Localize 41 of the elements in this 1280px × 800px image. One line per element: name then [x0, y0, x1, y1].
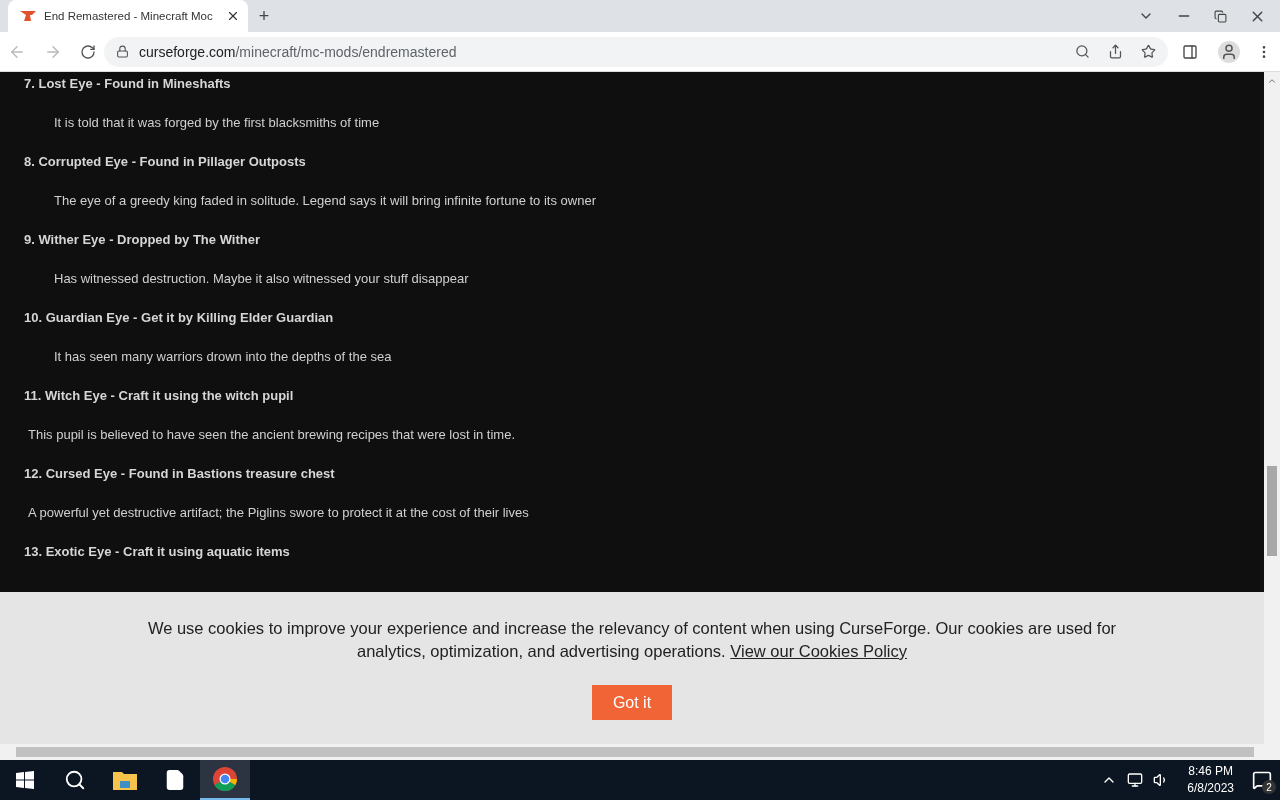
- document-icon[interactable]: [164, 769, 186, 791]
- eye-heading: 12. Cursed Eye - Found in Bastions treasure chest: [24, 466, 336, 483]
- eye-heading: 7. Lost Eye - Found in Mineshafts: [24, 76, 232, 93]
- side-panel-icon[interactable]: [1182, 43, 1198, 60]
- lock-icon: [116, 45, 129, 58]
- tab-title: End Remastered - Minecraft Moc: [44, 10, 214, 22]
- eye-heading: 10. Guardian Eye - Get it by Killing Elder Guardian: [24, 310, 335, 327]
- cookie-notice: We use cookies to improve your experience and increase the relevancy of content when using CurseForge. Our cookies are used for analytics, optimization, and advertising operations. View our Cookies Policy: [146, 618, 1118, 662]
- share-icon[interactable]: [1108, 44, 1123, 59]
- eye-description: It is told that it was forged by the first blacksmiths of time: [53, 115, 381, 132]
- search-icon[interactable]: [64, 769, 86, 791]
- eye-description: It has seen many warriors drown into the depths of the sea: [53, 349, 393, 366]
- scrollbar-thumb[interactable]: [1267, 466, 1277, 556]
- restore-icon[interactable]: [1214, 9, 1227, 23]
- chrome-icon: [212, 766, 238, 792]
- star-icon[interactable]: [1141, 44, 1156, 59]
- anvil-icon: [20, 10, 36, 22]
- eye-description: The eye of a greedy king faded in solitude. Legend says it will bring infinite fortune to its owner: [53, 193, 597, 210]
- new-tab-button[interactable]: +: [248, 4, 280, 28]
- eye-description: A powerful yet destructive artifact; the Piglins swore to protect it at the cost of their lives: [27, 505, 530, 522]
- url-path: /minecraft/mc-mods/endremastered: [235, 43, 457, 60]
- eye-heading: 8. Corrupted Eye - Found in Pillager Outposts: [24, 154, 307, 171]
- eye-description: Has witnessed destruction. Maybe it also witnessed your stuff disappear: [53, 271, 470, 288]
- reload-icon[interactable]: [80, 43, 96, 60]
- search-icon[interactable]: [1075, 44, 1090, 59]
- profile-icon[interactable]: [1218, 40, 1240, 63]
- windows-start-icon[interactable]: [16, 771, 34, 789]
- url-domain: curseforge.com: [139, 43, 236, 60]
- folder-icon[interactable]: [113, 770, 137, 790]
- network-icon[interactable]: [1127, 772, 1144, 788]
- close-tab-icon[interactable]: [226, 9, 240, 23]
- address-bar[interactable]: curseforge.com/minecraft/mc-mods/endremastered: [104, 36, 1168, 67]
- browser-tab[interactable]: End Remastered - Minecraft Moc: [8, 0, 248, 32]
- scroll-up-icon[interactable]: [1267, 76, 1277, 86]
- clock[interactable]: 8:46 PM 6/8/2023: [1187, 763, 1234, 797]
- horizontal-scrollbar-thumb[interactable]: [16, 747, 1254, 757]
- eye-heading: 13. Exotic Eye - Craft it using aquatic items: [24, 544, 291, 561]
- eye-heading: 11. Witch Eye - Craft it using the witch pupil: [24, 388, 295, 405]
- eye-heading: 9. Wither Eye - Dropped by The Wither: [24, 232, 261, 249]
- eye-description: This pupil is believed to have seen the ancient brewing recipes that were lost in time.: [27, 427, 517, 444]
- cookies-policy-link[interactable]: View our Cookies Policy: [730, 642, 907, 660]
